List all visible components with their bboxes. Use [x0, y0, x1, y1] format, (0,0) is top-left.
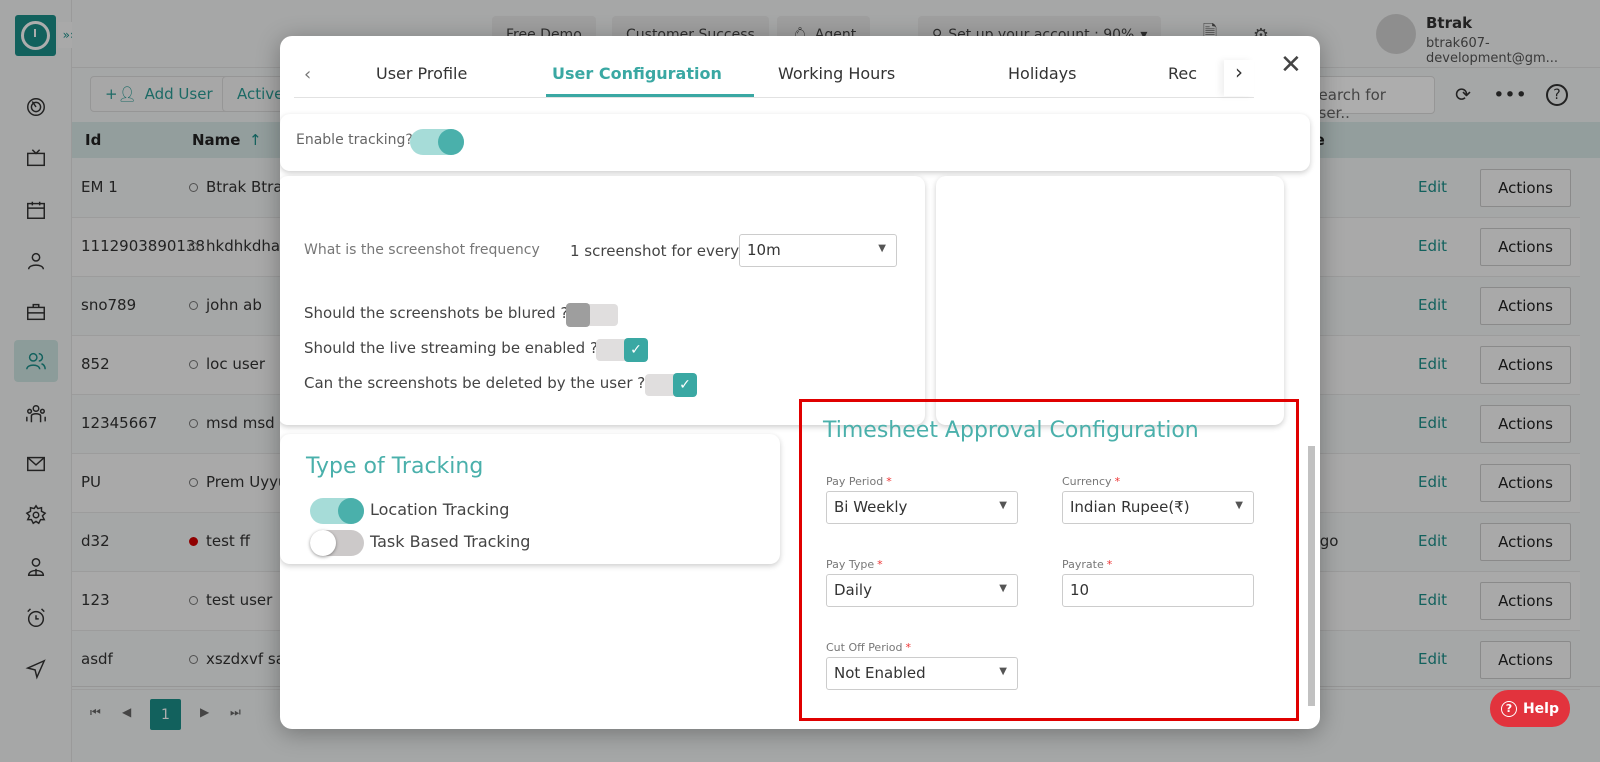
chevron-down-icon: ▼ [999, 583, 1007, 594]
check-icon: ✓ [624, 338, 648, 362]
toggle-knob [310, 530, 336, 556]
required-mark: * [877, 558, 883, 571]
cut-off-period-value: Not Enabled [834, 664, 926, 682]
tab-user-configuration[interactable]: User Configuration [552, 64, 722, 83]
chevron-down-icon: ▼ [999, 500, 1007, 511]
screenshot-settings-card: What is the screenshot frequency 1 scree… [280, 176, 925, 425]
cut-off-period-label: Cut Off Period * [826, 641, 911, 654]
help-label: Help [1522, 700, 1560, 717]
payrate-label-text: Payrate [1062, 558, 1104, 571]
cut-off-period-select[interactable]: Not Enabled ▼ [826, 657, 1018, 690]
type-of-tracking-card: Type of Tracking Location Tracking Task … [280, 434, 780, 564]
chevron-down-icon: ▼ [878, 243, 886, 254]
required-mark: * [886, 475, 892, 488]
enable-tracking-toggle[interactable] [410, 129, 464, 155]
pay-type-label: Pay Type * [826, 558, 883, 571]
type-of-tracking-title: Type of Tracking [306, 454, 484, 479]
scrollbar-thumb[interactable] [1308, 446, 1315, 706]
tab-user-profile[interactable]: User Profile [376, 64, 467, 83]
chevron-down-icon: ▼ [1235, 500, 1243, 511]
task-based-tracking-toggle[interactable] [310, 530, 364, 556]
pay-type-select[interactable]: Daily ▼ [826, 574, 1018, 607]
screenshot-frequency-text: 1 screenshot for every [570, 242, 740, 260]
toggle-knob [438, 129, 464, 155]
pay-period-label: Pay Period * [826, 475, 892, 488]
tab-scroll-left-icon[interactable]: ‹ [304, 64, 311, 85]
pay-period-select[interactable]: Bi Weekly ▼ [826, 491, 1018, 524]
payrate-value: 10 [1070, 581, 1090, 599]
delete-screenshots-label: Can the screenshots be deleted by the us… [304, 374, 646, 392]
tab-holidays[interactable]: Holidays [1008, 64, 1076, 83]
pay-period-label-text: Pay Period [826, 475, 884, 488]
required-mark: * [1106, 558, 1113, 571]
screenshot-frequency-select[interactable]: 10m ▼ [739, 234, 897, 267]
live-streaming-label: Should the live streaming be enabled ? [304, 339, 598, 357]
modal-scrollbar[interactable] [1306, 176, 1316, 711]
task-based-tracking-label: Task Based Tracking [370, 532, 531, 551]
location-tracking-label: Location Tracking [370, 500, 510, 519]
enable-tracking-card: Enable tracking? [280, 114, 1310, 171]
cut-off-period-label-text: Cut Off Period [826, 641, 903, 654]
close-icon[interactable]: ✕ [1280, 50, 1302, 80]
tab-working-hours[interactable]: Working Hours [778, 64, 895, 83]
question-icon: ? [1500, 700, 1517, 717]
tab-bar: ‹ User Profile User Configuration Workin… [294, 36, 1254, 98]
check-icon: ✓ [673, 373, 697, 397]
help-button[interactable]: ? Help [1490, 690, 1570, 727]
tab-rec-partial[interactable]: Rec [1168, 64, 1197, 83]
timesheet-approval-section: Timesheet Approval Configuration Pay Per… [799, 399, 1299, 721]
location-tracking-toggle[interactable] [310, 498, 364, 524]
pay-type-label-text: Pay Type [826, 558, 875, 571]
empty-config-card [936, 176, 1284, 425]
toggle-square [566, 303, 590, 327]
payrate-input[interactable]: 10 [1062, 574, 1254, 607]
enable-tracking-label: Enable tracking? [296, 132, 413, 148]
timesheet-approval-title: Timesheet Approval Configuration [823, 418, 1199, 443]
required-mark: * [905, 641, 912, 654]
delete-screenshots-toggle[interactable]: ✓ [645, 373, 697, 397]
pay-period-value: Bi Weekly [834, 498, 908, 516]
pay-type-value: Daily [834, 581, 872, 599]
currency-select[interactable]: Indian Rupee(₹) ▼ [1062, 491, 1254, 524]
blur-screenshots-toggle[interactable] [566, 303, 618, 327]
live-streaming-toggle[interactable]: ✓ [596, 338, 648, 362]
blur-screenshots-label: Should the screenshots be blured ? [304, 304, 569, 322]
toggle-knob [338, 498, 364, 524]
currency-label-text: Currency [1062, 475, 1112, 488]
active-tab-indicator [546, 94, 754, 97]
payrate-label: Payrate * [1062, 558, 1112, 571]
screenshot-frequency-value: 10m [747, 241, 781, 259]
screenshot-frequency-label: What is the screenshot frequency [304, 242, 540, 258]
chevron-down-icon: ▼ [999, 666, 1007, 677]
user-config-modal: ‹ User Profile User Configuration Workin… [280, 36, 1320, 729]
currency-value: Indian Rupee(₹) [1070, 498, 1190, 516]
required-mark: * [1114, 475, 1121, 488]
tab-scroll-right-icon[interactable]: › [1224, 60, 1254, 96]
currency-label: Currency * [1062, 475, 1120, 488]
